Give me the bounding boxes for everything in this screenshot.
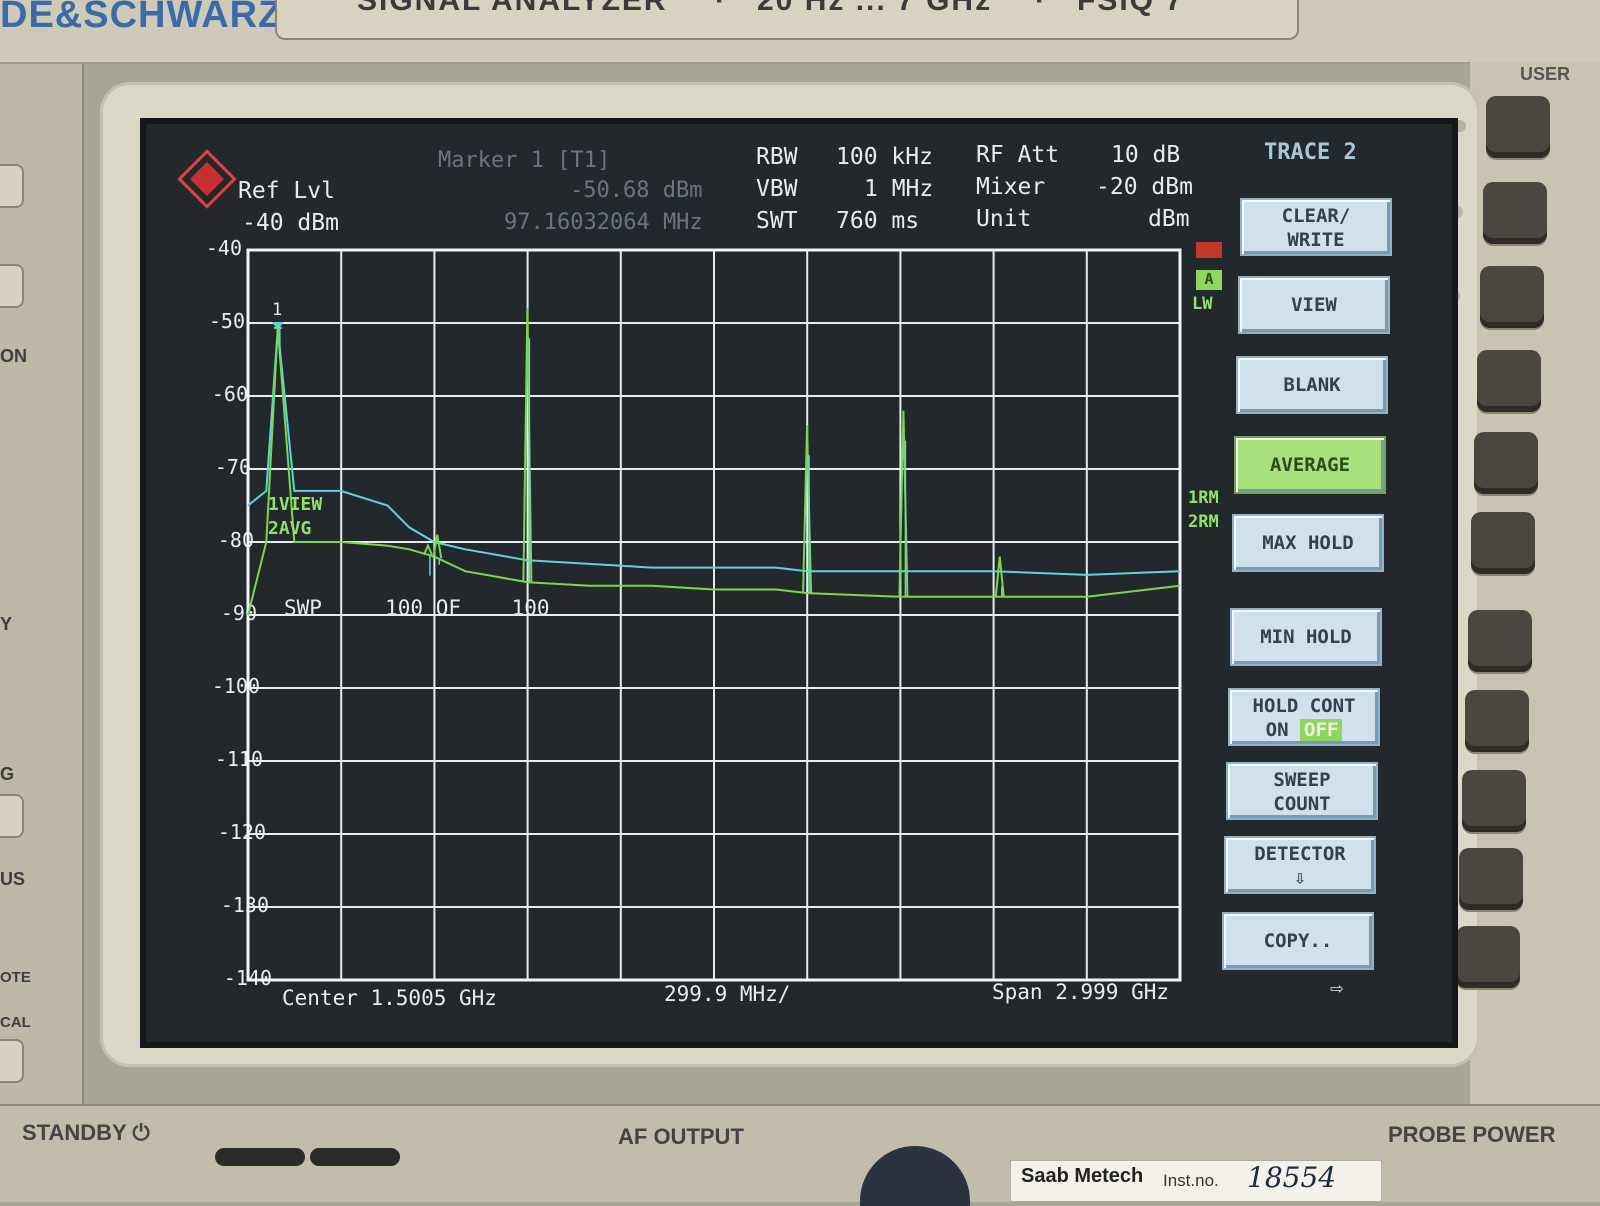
softkey-label-line1: VIEW [1291,294,1337,316]
softkey-label-line1: DETECTOR [1254,843,1346,865]
model-title-range: 20 Hz ... 7 GHz [757,0,993,17]
softkey-label-line1: MIN HOLD [1260,626,1352,648]
model-title-sep-1: · [715,0,727,17]
softkey-hw-button-5[interactable] [1474,432,1538,494]
marker-1-symbol [271,321,284,330]
left-hw-button-1[interactable] [0,164,24,208]
model-title-sep-2: · [1035,0,1047,17]
softkey-copy[interactable]: COPY.. [1222,912,1374,970]
softkey-label-line1: COPY.. [1263,930,1333,952]
frequency-per-division: 299.9 MHz/ [664,982,791,1006]
left-label-on: ON [0,346,27,366]
softkey-view[interactable]: VIEW [1238,276,1390,334]
left-label-us: US [0,869,26,889]
trace2-label: 2AVG [268,518,312,539]
softkey-hw-button-10[interactable] [1459,848,1523,910]
softkey-label-line1: HOLD CONT [1252,695,1356,717]
softkey-label-line1: MAX HOLD [1262,532,1354,554]
softkey-sweep[interactable]: SWEEP COUNT [1226,762,1378,820]
probe-power-label: PROBE POWER [1388,1122,1556,1147]
softkey-label-line2: WRITE [1287,229,1345,251]
asset-inst-number: 18554 [1247,1161,1337,1194]
af-output-connector [860,1146,970,1206]
left-hw-button-cal[interactable] [0,1039,24,1083]
softkey-hw-button-2[interactable] [1483,182,1547,244]
span-value: Span 2.999 GHz [992,980,1170,1004]
softkey-average[interactable]: AVERAGE [1234,436,1386,494]
brand-logo-text: DE&SCHWARZ [0,0,283,36]
softkey-hw-button-8[interactable] [1465,690,1529,752]
softkey-label-line1: CLEAR/ [1281,205,1351,227]
spectrum-plot[interactable] [140,118,1458,1048]
analyzer-screen: Ref Lvl -40 dBm Marker 1 [T1] -50.68 dBm… [140,118,1458,1048]
center-frequency: Center 1.5005 GHz [282,986,497,1010]
softkey-label-line1: SWEEP [1273,769,1331,791]
af-output-label: AF OUTPUT [618,1124,744,1149]
left-label-ote: OTE [0,969,31,986]
softkey-hold-cont[interactable]: HOLD CONT ON OFF [1228,688,1380,746]
softkey-min-hold[interactable]: MIN HOLD [1230,608,1382,666]
softkey-option-on: ON [1265,719,1300,741]
softkey-hw-button-9[interactable] [1462,770,1526,832]
model-title-plate: SIGNAL ANALYZER · 20 Hz ... 7 GHz · FSIQ… [275,0,1299,40]
standby-label: STANDBY ⏻ [22,1120,150,1145]
peak-spike [423,543,433,556]
user-key-label: USER [1520,64,1571,84]
softkey-label-line2: COUNT [1273,793,1331,815]
softkey-hw-button-11[interactable] [1456,926,1520,988]
sweep-count-annotation: SWP 100 OF 100 [284,596,550,620]
model-title-name: SIGNAL ANALYZER [357,0,668,17]
left-hw-button-3[interactable] [0,794,24,838]
asset-sticker: Saab Metech Inst.no. 18554 [1010,1160,1382,1202]
softkey-hw-button-7[interactable] [1468,610,1532,672]
left-label-cal: CAL [0,1014,31,1031]
softkey-blank[interactable]: BLANK [1236,356,1388,414]
softkey-label-line2: ⇩ [1294,867,1306,889]
softkey-detector[interactable]: DETECTOR ⇩ [1224,836,1376,894]
softkey-label-line1: AVERAGE [1269,454,1351,476]
left-label-g: G [0,764,15,784]
softkey-label-line1: BLANK [1283,374,1341,396]
standby-slot-2 [310,1148,400,1166]
left-hardware-panel: ON Y G US OTE CAL [0,64,84,1104]
next-page-arrow-icon[interactable]: ⇨ [1330,976,1343,1001]
peak-spike [994,556,1005,597]
marker-number-label: 1 [272,300,283,320]
asset-company: Saab Metech [1021,1165,1144,1187]
softkey-clear[interactable]: CLEAR/WRITE [1240,198,1392,256]
asset-inst-label: Inst.no. [1163,1171,1219,1190]
standby-slot-1 [215,1148,305,1166]
softkey-hw-button-3[interactable] [1480,266,1544,328]
softkey-hw-button-4[interactable] [1477,350,1541,412]
softkey-max-hold[interactable]: MAX HOLD [1232,514,1384,572]
instrument-top-strip: DE&SCHWARZ SIGNAL ANALYZER · 20 Hz ... 7… [0,0,1600,64]
left-label-y: Y [0,614,13,634]
trace1-label: 1VIEW [268,494,323,515]
softkey-hw-button-6[interactable] [1471,512,1535,574]
softkey-option-off: OFF [1300,719,1343,741]
softkey-hw-button-1[interactable] [1486,96,1550,158]
left-hw-button-2[interactable] [0,264,24,308]
model-title-model: FSIQ 7 [1077,0,1185,17]
